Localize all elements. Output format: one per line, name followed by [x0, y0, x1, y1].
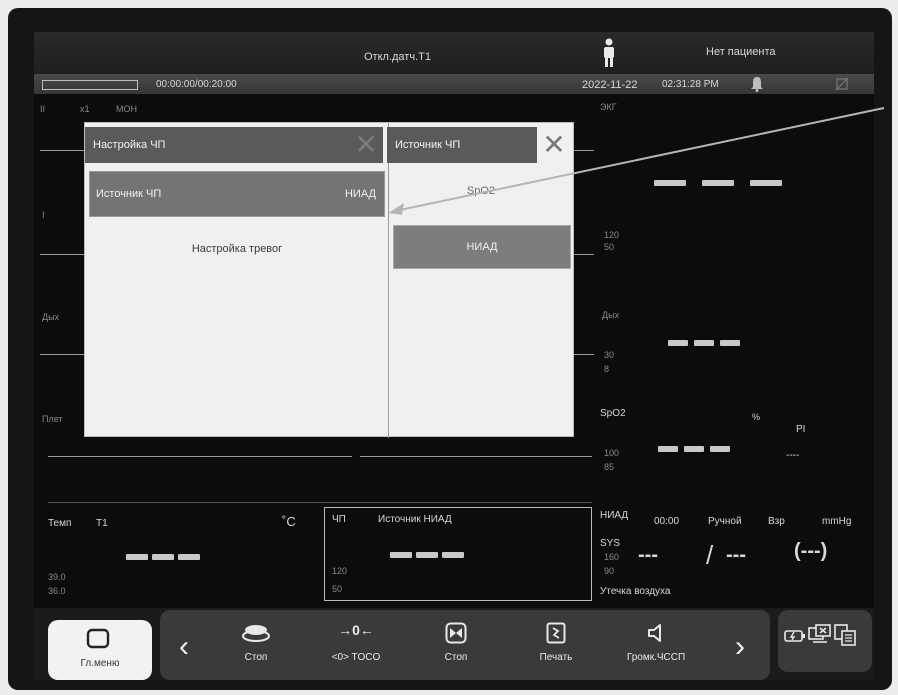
- annotation-arrow: [388, 107, 885, 215]
